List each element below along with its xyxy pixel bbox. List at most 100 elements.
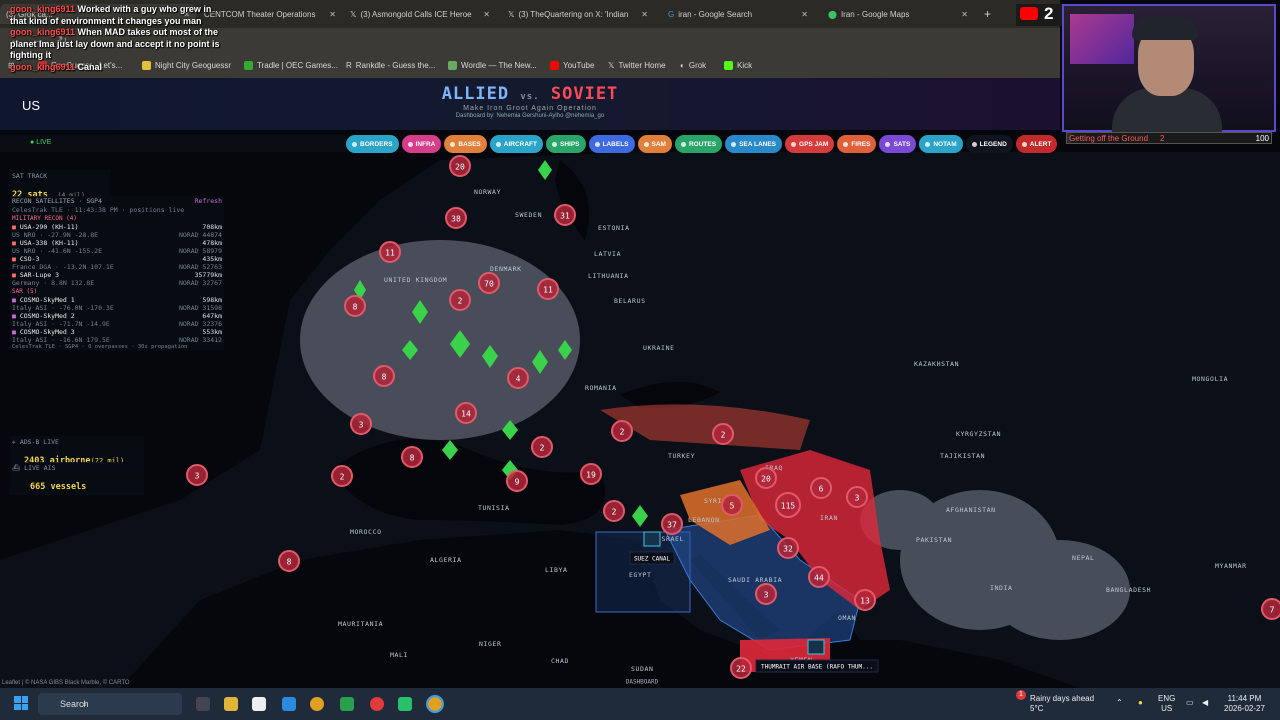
cluster-marker[interactable]: 13 (854, 589, 876, 611)
recon-subtitle: CelesTrak TLE · 11:43:38 PM · positions … (12, 206, 185, 214)
bookmark-rankdle[interactable]: R Rankdle - Guess the... (346, 61, 435, 70)
sat-row[interactable]: ■ COSMO-SkyMed 1 598km (10, 296, 224, 304)
layer-toggle-borders[interactable]: BORDERS (346, 135, 399, 153)
cluster-marker[interactable]: 32 (777, 537, 799, 559)
layer-toggle-ships[interactable]: SHIPS (546, 135, 586, 153)
taskbar-search[interactable]: ⌕ Search (38, 693, 182, 715)
weather-temp: 5°C (1030, 704, 1044, 713)
sat-row[interactable]: ■ SAR-Lupe 3 35779km (10, 271, 224, 279)
sat-detail-row: US NRO · -41.6N -155.2E NORAD 58979 (10, 247, 224, 255)
air-base-marker[interactable] (807, 639, 825, 655)
cluster-marker[interactable]: 2 (531, 436, 553, 458)
cluster-marker[interactable]: 7 (1261, 598, 1280, 620)
close-icon[interactable]: ✕ (329, 10, 336, 19)
bookmark-grok[interactable]: ◐ Grok (680, 61, 706, 70)
close-icon[interactable]: ✕ (961, 10, 968, 19)
cluster-marker[interactable]: 70 (478, 272, 500, 294)
layer-toggle-routes[interactable]: ROUTES (674, 135, 723, 153)
cluster-marker[interactable]: 4 (507, 367, 529, 389)
cluster-marker[interactable]: 19 (580, 463, 602, 485)
bookmark-youtube[interactable]: YouTube (550, 61, 594, 70)
app-icon[interactable] (398, 697, 412, 711)
sat-row[interactable]: ■ USA-338 (KH-11) 478km (10, 239, 224, 247)
layer-toggle-bases[interactable]: BASES (444, 135, 487, 153)
layer-toggle-sam[interactable]: SAM (637, 135, 672, 153)
xbox-icon[interactable] (340, 697, 354, 711)
cluster-marker[interactable]: 8 (373, 365, 395, 387)
tab-google-search[interactable]: Giran - Google Search ✕ (662, 4, 814, 24)
file-explorer-icon[interactable] (224, 697, 238, 711)
cluster-marker[interactable]: 5 (721, 494, 743, 516)
cluster-marker[interactable]: 3 (755, 583, 777, 605)
layer-toggle-alert[interactable]: ALERT (1015, 135, 1058, 153)
cluster-marker[interactable]: 2 (603, 500, 625, 522)
mic-icon[interactable]: ● (1138, 698, 1143, 708)
bookmark-wordle[interactable]: Wordle — The New... (448, 61, 537, 70)
cluster-marker[interactable]: 115 (775, 492, 801, 518)
chrome-icon[interactable] (310, 697, 324, 711)
bookmark-tradle[interactable]: Tradle | OEC Games... (244, 61, 338, 70)
layer-toggle-labels[interactable]: LABELS (588, 135, 635, 153)
refresh-button[interactable]: Refresh (195, 197, 222, 205)
language-indicator[interactable]: ENG US (1158, 694, 1175, 714)
layer-toggle-notam[interactable]: NOTAM (919, 135, 963, 153)
cluster-marker[interactable]: 2 (331, 465, 353, 487)
cluster-marker[interactable]: 3 (350, 413, 372, 435)
cluster-marker[interactable]: 8 (344, 295, 366, 317)
volume-icon[interactable]: ◀ (1202, 698, 1208, 708)
dashboard-button[interactable]: DASHBOARD (626, 679, 659, 686)
close-icon[interactable]: ✕ (641, 10, 648, 19)
cluster-marker[interactable]: 11 (379, 241, 401, 263)
tab-quartering[interactable]: 𝕏 (3) TheQuartering on X: 'Indian ✕ (502, 4, 654, 24)
layer-toggle-sats[interactable]: SATS (879, 135, 917, 153)
notepad-icon[interactable] (252, 697, 266, 711)
tab-google-maps[interactable]: ⬤ Iran - Google Maps ✕ (822, 4, 974, 24)
obs-icon[interactable] (370, 697, 384, 711)
clock[interactable]: 11:44 PM 2026-02-27 (1224, 694, 1265, 714)
sat-row[interactable]: ■ CSO-3 435km (10, 255, 224, 263)
edge-icon[interactable] (282, 697, 296, 711)
layer-toggle-sea-lanes[interactable]: SEA LANES (725, 135, 783, 153)
cluster-marker[interactable]: 9 (506, 470, 528, 492)
cluster-marker[interactable]: 8 (278, 550, 300, 572)
tray-chevron-icon[interactable]: ⌃ (1116, 698, 1123, 708)
cluster-marker[interactable]: 22 (730, 657, 752, 679)
cluster-marker[interactable]: 44 (808, 566, 830, 588)
layer-toggle-infra[interactable]: INFRA (401, 135, 442, 153)
cluster-marker[interactable]: 11 (537, 278, 559, 300)
network-icon[interactable]: ▭ (1186, 698, 1194, 708)
tab-asmongold[interactable]: 𝕏 (3) Asmongold Calls ICE Heroe ✕ (344, 4, 496, 24)
cluster-marker[interactable]: 38 (445, 207, 467, 229)
cluster-marker[interactable]: 2 (712, 423, 734, 445)
layer-toggle-fires[interactable]: FIRES (837, 135, 877, 153)
cluster-marker[interactable]: 2 (611, 420, 633, 442)
cluster-marker[interactable]: 2 (449, 289, 471, 311)
close-icon[interactable]: ✕ (801, 10, 808, 19)
base-marker[interactable] (643, 531, 661, 547)
bookmark-kick[interactable]: Kick (724, 61, 752, 70)
sat-row[interactable]: ■ COSMO-SkyMed 2 647km (10, 312, 224, 320)
cluster-marker[interactable]: 3 (846, 486, 868, 508)
toggle-label: LEGEND (979, 140, 1007, 148)
cluster-count: 31 (560, 212, 570, 221)
cluster-marker[interactable]: 14 (455, 402, 477, 424)
layer-toggle-legend[interactable]: LEGEND (965, 135, 1013, 153)
cluster-marker[interactable]: 6 (810, 477, 832, 499)
cluster-marker[interactable]: 8 (401, 446, 423, 468)
sat-row[interactable]: ■ USA-290 (KH-11) 708km (10, 223, 224, 231)
cluster-marker[interactable]: 20 (755, 467, 777, 489)
cluster-marker[interactable]: 3 (186, 464, 208, 486)
close-icon[interactable]: ✕ (483, 10, 490, 19)
layer-toggle-gps-jam[interactable]: GPS JAM (785, 135, 835, 153)
map-pin-icon: ⬤ (828, 9, 837, 19)
layer-toggle-aircraft[interactable]: AIRCRAFT (489, 135, 543, 153)
cluster-marker[interactable]: 20 (449, 155, 471, 177)
windows-start-icon[interactable] (14, 696, 28, 710)
cluster-marker[interactable]: 31 (554, 204, 576, 226)
cluster-marker[interactable]: 37 (661, 513, 683, 535)
chrome-active-icon[interactable] (426, 695, 444, 713)
bookmark-twitter[interactable]: 𝕏 Twitter Home (608, 61, 666, 70)
new-tab-button[interactable]: + (978, 4, 998, 24)
task-view-icon[interactable] (196, 697, 210, 711)
sat-row[interactable]: ■ COSMO-SkyMed 3 553km (10, 328, 224, 336)
